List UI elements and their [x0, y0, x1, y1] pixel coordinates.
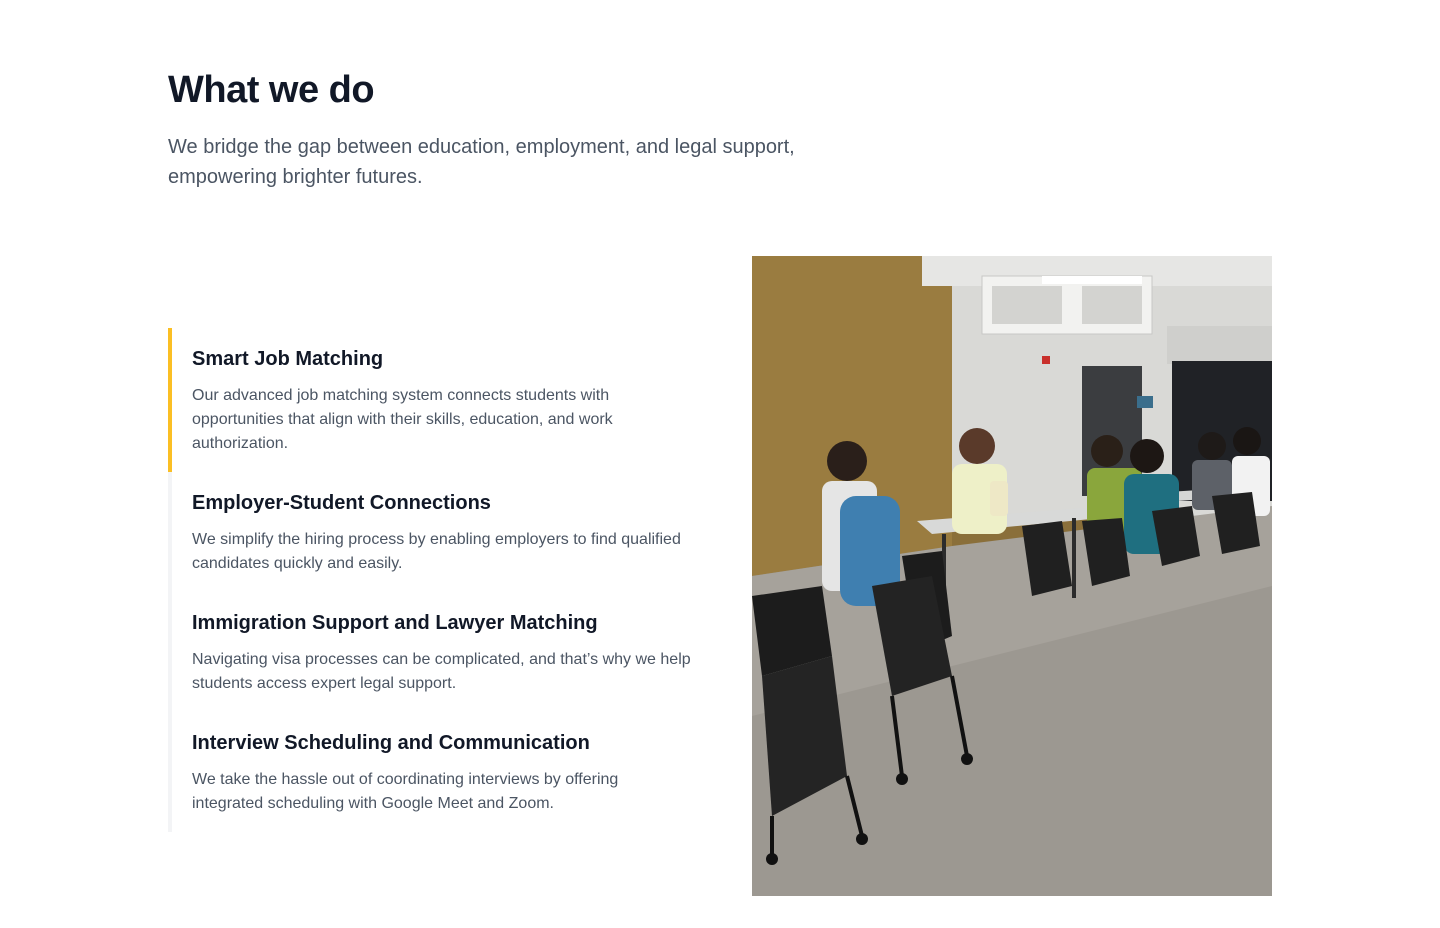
feature-description: Our advanced job matching system connect…: [192, 387, 613, 452]
feature-list: Smart Job Matching Our advanced job matc…: [168, 328, 712, 832]
feature-description: We simplify the hiring process by enabli…: [192, 531, 681, 572]
feature-description: We take the hassle out of coordinating i…: [192, 771, 619, 812]
classroom-photo: [752, 256, 1272, 896]
section-subtitle: We bridge the gap between education, emp…: [168, 136, 795, 188]
feature-title[interactable]: Smart Job Matching: [192, 344, 712, 374]
feature-item-immigration-support[interactable]: Immigration Support and Lawyer Matching …: [172, 592, 712, 712]
feature-description: Navigating visa processes can be complic…: [192, 651, 691, 692]
feature-item-interview-scheduling[interactable]: Interview Scheduling and Communication W…: [172, 712, 712, 832]
feature-title[interactable]: Interview Scheduling and Communication: [192, 728, 712, 758]
section-title: What we do: [168, 69, 375, 111]
feature-item-smart-job-matching[interactable]: Smart Job Matching Our advanced job matc…: [168, 328, 712, 472]
feature-item-employer-student-connections[interactable]: Employer-Student Connections We simplify…: [172, 472, 712, 592]
feature-title[interactable]: Employer-Student Connections: [192, 488, 712, 518]
what-we-do-section: What we do We bridge the gap between edu…: [0, 0, 1440, 928]
feature-title[interactable]: Immigration Support and Lawyer Matching: [192, 608, 712, 638]
